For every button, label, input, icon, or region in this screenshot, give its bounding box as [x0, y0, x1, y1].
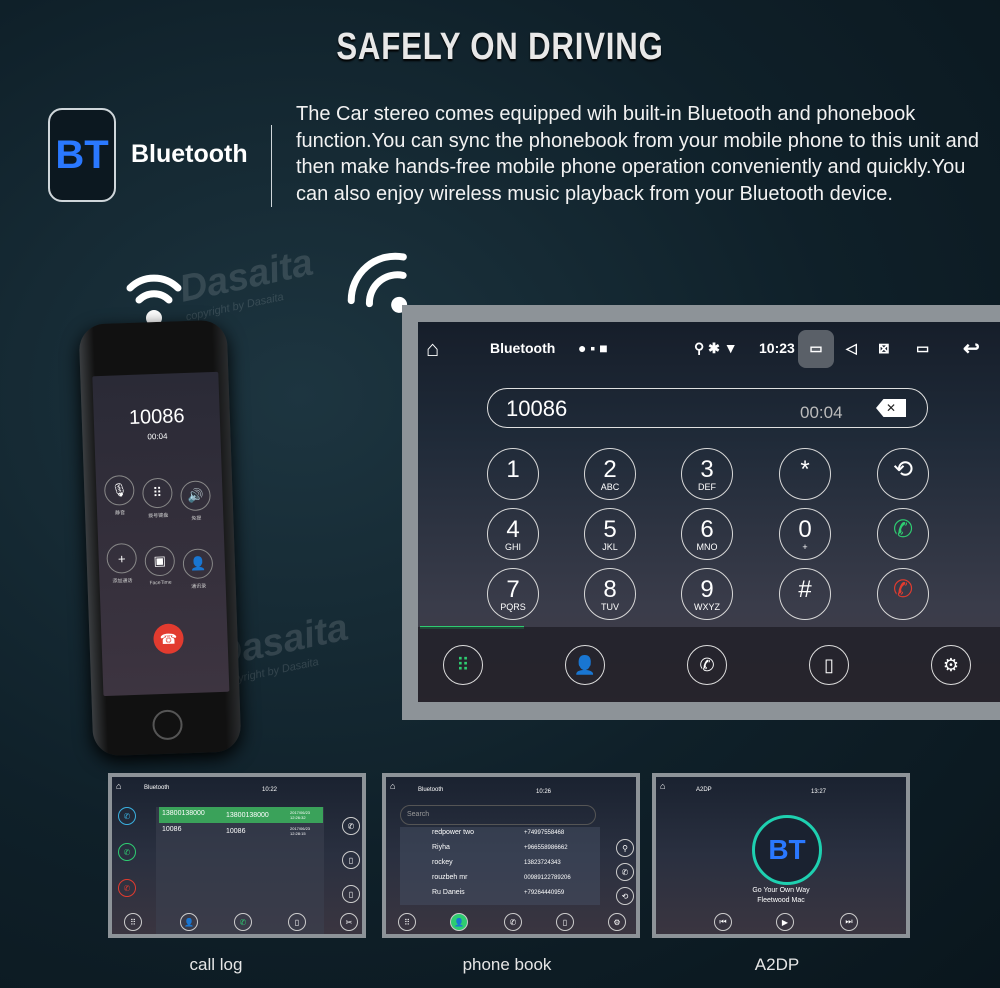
- contact-number: 13823724343: [524, 860, 561, 866]
- key-12[interactable]: 8 TUV: [584, 568, 636, 620]
- phone-duration: 00:04: [147, 431, 168, 442]
- phone-number: 10086: [128, 405, 185, 430]
- contacts-icon[interactable]: 👤: [565, 645, 605, 685]
- end-call-button[interactable]: ☎: [153, 623, 185, 655]
- add-call-label: 添加通话: [112, 577, 133, 585]
- contact-name: rouzbeh mr: [432, 874, 468, 881]
- facetime-icon[interactable]: ▣: [144, 545, 176, 577]
- phone-book-thumbnail: ⌂ Bluetooth 10:26 Search redpower two +7499…: [382, 773, 640, 938]
- key-3[interactable]: 3 DEF: [681, 448, 733, 500]
- next-icon[interactable]: ⏭: [840, 913, 858, 931]
- call-log-thumbnail: ⌂ Bluetooth 10:22 13800138000 13800138000 20…: [108, 773, 366, 938]
- key-2[interactable]: 2 ABC: [584, 448, 636, 500]
- status-time: 10:23: [759, 340, 795, 356]
- phone-device-icon[interactable]: ▯: [809, 645, 849, 685]
- back-icon[interactable]: ↩: [963, 336, 980, 361]
- key-10[interactable]: ✆: [877, 508, 929, 560]
- add-call-icon[interactable]: +: [106, 542, 138, 574]
- key-7[interactable]: 5 JKL: [584, 508, 636, 560]
- call-timer: 00:04: [800, 403, 843, 422]
- keypad-icon[interactable]: ⠿: [141, 477, 173, 509]
- notification-icons: ● ▪ ■: [578, 340, 608, 356]
- facetime-label: FaceTime: [149, 579, 172, 587]
- dialpad-icon[interactable]: ⠿: [443, 645, 483, 685]
- feature-label: Bluetooth: [131, 140, 248, 168]
- volume-icon[interactable]: ◁: [846, 340, 857, 357]
- a2dp-thumbnail: ⌂ A2DP 13:27 BT Go Your Own Way Fleetwood …: [652, 773, 910, 938]
- contact-name: rockey: [432, 859, 453, 866]
- artist-name: Fleetwood Mac: [757, 897, 805, 904]
- key-8[interactable]: 6 MNO: [681, 508, 733, 560]
- keypad-label: 拨号键盘: [148, 512, 169, 520]
- home-button[interactable]: [152, 709, 184, 741]
- contact-number: +74997558468: [524, 830, 565, 836]
- call-log-icon[interactable]: ✆: [687, 645, 727, 685]
- screenshot-icon[interactable]: ▭: [798, 330, 834, 368]
- feature-description: The Car stereo comes equipped wih built-…: [296, 103, 980, 205]
- contacts-icon[interactable]: 👤: [182, 548, 214, 580]
- close-app-icon[interactable]: ⊠: [878, 340, 890, 357]
- bt-settings-icon[interactable]: ⚙: [931, 645, 971, 685]
- key-15[interactable]: ✆: [877, 568, 929, 620]
- status-icons: ⚲ ✱ ▼: [694, 340, 738, 356]
- caption-a2dp: A2DP: [754, 955, 800, 974]
- key-11[interactable]: 7 PQRS: [487, 568, 539, 620]
- caption-phone-book: phone book: [462, 955, 552, 974]
- dialed-number: 10086: [506, 396, 568, 421]
- page-title: SAFELY ON DRIVING: [336, 26, 664, 68]
- speaker-label: 免提: [191, 515, 202, 522]
- speaker-icon[interactable]: 🔊: [180, 480, 212, 512]
- bt-logo: BT: [752, 815, 822, 885]
- contact-number: +79264440959: [524, 890, 565, 896]
- contact-number: 00989122789206: [524, 875, 571, 881]
- key-13[interactable]: 9 WXYZ: [681, 568, 733, 620]
- contact-name: Ru Daneis: [432, 889, 465, 896]
- watermark: Dasaita copyright by Dasaita: [175, 241, 317, 324]
- divider: [271, 125, 272, 207]
- contact-number: +966558986662: [524, 845, 568, 851]
- key-14[interactable]: #: [779, 568, 831, 620]
- caption-call-log: call log: [189, 955, 243, 974]
- mute-icon[interactable]: 🎙: [103, 474, 135, 506]
- bluetooth-logo-icon: BT: [48, 108, 116, 202]
- play-icon[interactable]: ▶: [776, 913, 794, 931]
- mute-label: 静音: [114, 510, 126, 517]
- key-1[interactable]: 1: [487, 448, 539, 500]
- key-5[interactable]: ⟲: [877, 448, 929, 500]
- home-icon[interactable]: ⌂: [426, 336, 439, 362]
- key-9[interactable]: 0 +: [779, 508, 831, 560]
- prev-icon[interactable]: ⏮: [714, 913, 732, 931]
- key-4[interactable]: *: [779, 448, 831, 500]
- phone-call-screen: 10086 00:04 🎙 ⠿ 🔊 静音 拨号键盘 免提 + ▣ 👤 添加通话 …: [92, 371, 230, 697]
- key-6[interactable]: 4 GHI: [487, 508, 539, 560]
- bottom-nav: ⠿ 👤 ✆ ▯ ⚙: [418, 627, 1000, 702]
- song-title: Go Your Own Way: [752, 887, 810, 894]
- status-app-title: Bluetooth: [490, 340, 556, 356]
- head-unit-screen: ⌂ Bluetooth ● ▪ ■ ⚲ ✱ ▼ 10:23 ▭ ◁ ⊠ ▭ ↩ …: [418, 322, 1000, 702]
- contact-name: redpower two: [432, 829, 475, 836]
- recent-apps-icon[interactable]: ▭: [916, 340, 929, 357]
- backspace-icon[interactable]: ✕: [876, 399, 906, 417]
- contacts-label: 通讯录: [191, 583, 207, 590]
- contact-name: Riyha: [432, 844, 450, 851]
- dial-input[interactable]: 10086 00:04 ✕: [487, 388, 928, 428]
- smartphone: 10086 00:04 🎙 ⠿ 🔊 静音 拨号键盘 免提 + ▣ 👤 添加通话 …: [78, 319, 242, 757]
